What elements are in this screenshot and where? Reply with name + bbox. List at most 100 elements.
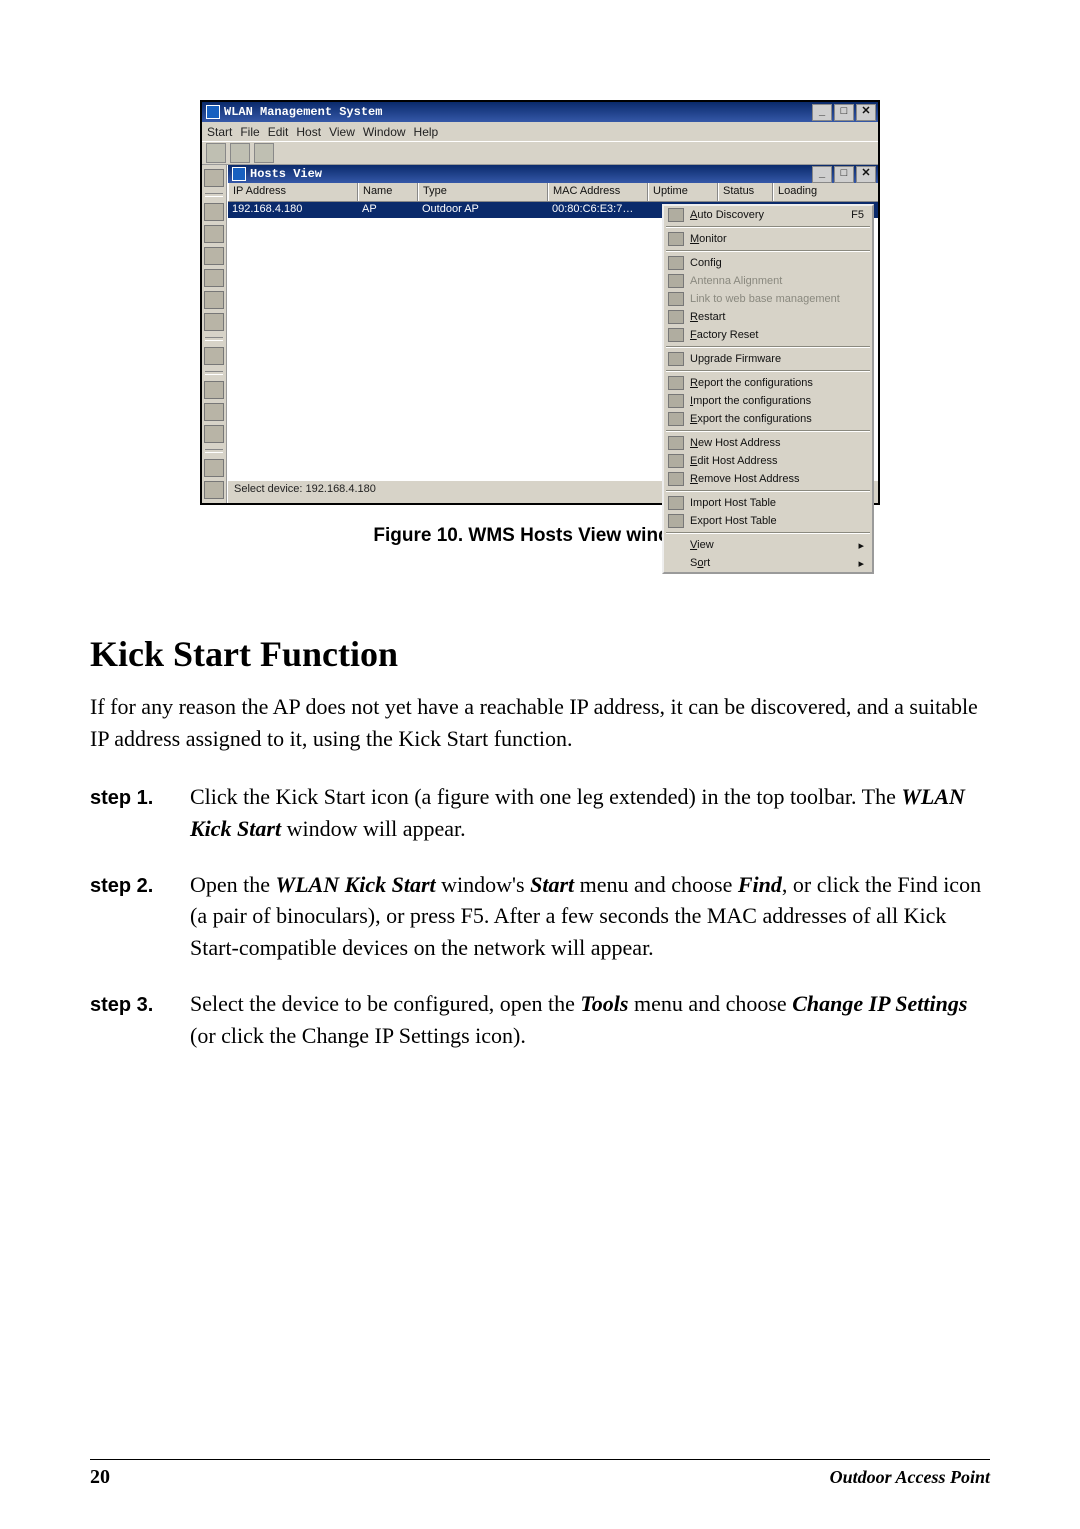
page-footer: 20 Outdoor Access Point — [90, 1459, 990, 1489]
ctx-label: Sort — [690, 557, 710, 569]
remove-host-icon — [668, 472, 684, 486]
close-button[interactable]: ✕ — [856, 104, 876, 121]
menu-start[interactable]: Start — [207, 125, 232, 139]
ctx-edit-host[interactable]: Edit Host Address — [664, 452, 872, 470]
factory-reset-icon — [668, 328, 684, 342]
context-menu: Auto Discovery F5 Monitor Co — [662, 204, 874, 574]
import-cfg-icon — [668, 394, 684, 408]
ctx-label: Edit Host Address — [690, 455, 777, 467]
ctx-remove-host[interactable]: Remove Host Address — [664, 470, 872, 488]
config-icon[interactable] — [204, 225, 224, 243]
ctx-link-to-web: Link to web base management — [664, 290, 872, 308]
separator — [666, 490, 870, 492]
section-heading: Kick Start Function — [90, 633, 990, 675]
ctx-factory-reset[interactable]: Factory Reset — [664, 326, 872, 344]
inner-close-button[interactable]: ✕ — [856, 166, 876, 183]
blank-icon — [668, 538, 684, 552]
ctx-view-submenu[interactable]: View ▸ — [664, 536, 872, 554]
ctx-restart[interactable]: Restart — [664, 308, 872, 326]
ctx-label: Factory Reset — [690, 329, 758, 341]
restart-icon — [668, 310, 684, 324]
app-icon — [206, 105, 220, 119]
remove-host-icon[interactable] — [204, 425, 224, 443]
cell-ip: 192.168.4.180 — [228, 202, 358, 218]
menu-window[interactable]: Window — [363, 125, 406, 139]
import-table-icon — [668, 496, 684, 510]
ctx-monitor[interactable]: Monitor — [664, 230, 872, 248]
inner-window-title: Hosts View — [250, 167, 322, 181]
ctx-label: Export the configurations — [690, 413, 812, 425]
inner-window-titlebar: Hosts View _ □ ✕ — [228, 165, 878, 183]
blank-icon — [668, 556, 684, 570]
ctx-auto-discovery[interactable]: Auto Discovery F5 — [664, 206, 872, 224]
monitor-icon — [668, 232, 684, 246]
step-label: step 3. — [90, 994, 190, 1017]
submenu-arrow-icon: ▸ — [858, 557, 864, 570]
ctx-label: Config — [690, 257, 722, 269]
inner-minimize-button[interactable]: _ — [812, 166, 832, 183]
col-status[interactable]: Status — [718, 183, 773, 201]
web-link-icon[interactable] — [204, 269, 224, 287]
outer-window-titlebar: WLAN Management System _ □ ✕ — [202, 102, 878, 122]
data-area: 192.168.4.180 AP Outdoor AP 00:80:C6:E3:… — [228, 202, 878, 480]
col-type[interactable]: Type — [418, 183, 548, 201]
menu-file[interactable]: File — [240, 125, 259, 139]
ctx-label: Antenna Alignment — [690, 275, 782, 287]
ctx-import-host-table[interactable]: Import Host Table — [664, 494, 872, 512]
edit-host-icon — [668, 454, 684, 468]
ctx-upgrade-firmware[interactable]: Upgrade Firmware — [664, 350, 872, 368]
factory-reset-icon[interactable] — [204, 313, 224, 331]
outer-window: WLAN Management System _ □ ✕ Start File … — [200, 100, 880, 505]
maximize-button[interactable]: □ — [834, 104, 854, 121]
separator — [205, 337, 223, 341]
minimize-button[interactable]: _ — [812, 104, 832, 121]
step-body: Click the Kick Start icon (a figure with… — [190, 781, 990, 845]
monitor-icon[interactable] — [204, 203, 224, 221]
ctx-label: Upgrade Firmware — [690, 353, 781, 365]
step-item: step 3. Select the device to be configur… — [90, 988, 990, 1052]
find-icon[interactable] — [204, 169, 224, 187]
restart-icon[interactable] — [204, 291, 224, 309]
cell-type: Outdoor AP — [418, 202, 548, 218]
ctx-label: Link to web base management — [690, 293, 840, 305]
export-table-icon[interactable] — [204, 481, 224, 499]
import-table-icon[interactable] — [204, 459, 224, 477]
new-host-icon[interactable] — [204, 381, 224, 399]
app-icon — [232, 167, 246, 181]
ctx-export-host-table[interactable]: Export Host Table — [664, 512, 872, 530]
figure-wms-hosts-view: WLAN Management System _ □ ✕ Start File … — [200, 100, 880, 505]
outer-window-title: WLAN Management System — [224, 105, 382, 119]
col-ip[interactable]: IP Address — [228, 183, 358, 201]
cell-mac: 00:80:C6:E3:7… — [548, 202, 648, 218]
edit-host-icon[interactable] — [204, 403, 224, 421]
ctx-sort-submenu[interactable]: Sort ▸ — [664, 554, 872, 572]
menu-view[interactable]: View — [329, 125, 355, 139]
antenna-icon — [668, 274, 684, 288]
ctx-shortcut: F5 — [851, 209, 864, 221]
menu-help[interactable]: Help — [414, 125, 439, 139]
ctx-import-config[interactable]: Import the configurations — [664, 392, 872, 410]
menu-host[interactable]: Host — [296, 125, 321, 139]
upgrade-icon[interactable] — [204, 347, 224, 365]
inner-window: Hosts View _ □ ✕ IP Address Name Type MA… — [227, 165, 878, 503]
col-mac[interactable]: MAC Address — [548, 183, 648, 201]
step-body: Select the device to be configured, open… — [190, 988, 990, 1052]
ctx-config[interactable]: Config — [664, 254, 872, 272]
inner-maximize-button[interactable]: □ — [834, 166, 854, 183]
binoculars-icon[interactable] — [206, 143, 226, 163]
export-cfg-icon — [668, 412, 684, 426]
antenna-icon[interactable] — [204, 247, 224, 265]
ctx-new-host[interactable]: New Host Address — [664, 434, 872, 452]
kick-start-icon[interactable] — [254, 143, 274, 163]
menu-edit[interactable]: Edit — [268, 125, 289, 139]
col-name[interactable]: Name — [358, 183, 418, 201]
ctx-report-config[interactable]: Report the configurations — [664, 374, 872, 392]
ctx-label: Export Host Table — [690, 515, 777, 527]
col-loading[interactable]: Loading — [773, 183, 878, 201]
ctx-antenna-alignment: Antenna Alignment — [664, 272, 872, 290]
ctx-label: Report the configurations — [690, 377, 813, 389]
house-icon[interactable] — [230, 143, 250, 163]
col-uptime[interactable]: Uptime — [648, 183, 718, 201]
separator — [666, 250, 870, 252]
ctx-export-config[interactable]: Export the configurations — [664, 410, 872, 428]
